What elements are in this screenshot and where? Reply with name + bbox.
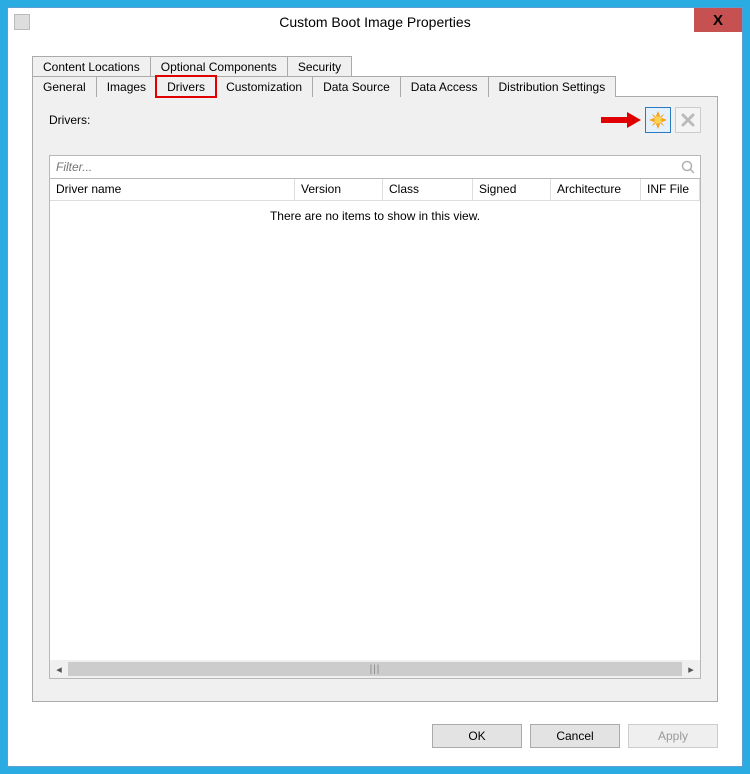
dialog-buttons: OK Cancel Apply	[432, 724, 718, 748]
col-inf-file[interactable]: INF File	[641, 179, 700, 200]
chevron-right-icon: ▸	[688, 663, 694, 676]
close-icon: X	[713, 12, 723, 29]
titlebar: Custom Boot Image Properties X	[8, 8, 742, 36]
empty-message: There are no items to show in this view.	[50, 209, 700, 223]
filter-input[interactable]	[50, 157, 676, 177]
x-icon	[680, 112, 696, 128]
scroll-left-button[interactable]: ◂	[50, 660, 68, 678]
chevron-left-icon: ◂	[56, 663, 62, 676]
col-architecture[interactable]: Architecture	[551, 179, 641, 200]
col-version[interactable]: Version	[295, 179, 383, 200]
cancel-button[interactable]: Cancel	[530, 724, 620, 748]
close-button[interactable]: X	[694, 8, 742, 32]
col-signed[interactable]: Signed	[473, 179, 551, 200]
horizontal-scrollbar[interactable]: ◂ ||| ▸	[50, 660, 700, 678]
tab-data-source[interactable]: Data Source	[312, 76, 401, 97]
window-title: Custom Boot Image Properties	[8, 14, 742, 30]
list-header: Driver name Version Class Signed Archite…	[50, 179, 700, 201]
tab-customization[interactable]: Customization	[215, 76, 313, 97]
scroll-right-button[interactable]: ▸	[682, 660, 700, 678]
star-icon	[649, 111, 667, 129]
apply-button: Apply	[628, 724, 718, 748]
annotation-arrow	[601, 110, 641, 130]
tab-general[interactable]: General	[32, 76, 97, 97]
tab-distribution-settings[interactable]: Distribution Settings	[488, 76, 617, 97]
scroll-thumb[interactable]: |||	[68, 662, 682, 676]
toolbar	[601, 107, 701, 133]
tab-row-2: GeneralImagesDriversCustomizationData So…	[32, 76, 718, 97]
tab-security[interactable]: Security	[287, 56, 352, 77]
tabs: Content LocationsOptional ComponentsSecu…	[32, 56, 718, 702]
tab-images[interactable]: Images	[96, 76, 157, 97]
dialog-window: Custom Boot Image Properties X Content L…	[7, 7, 743, 767]
scroll-track[interactable]: |||	[68, 660, 682, 678]
drivers-list[interactable]: Driver name Version Class Signed Archite…	[49, 179, 701, 679]
tab-row-1: Content LocationsOptional ComponentsSecu…	[32, 56, 718, 77]
add-driver-button[interactable]	[645, 107, 671, 133]
tab-body-drivers: Drivers:	[32, 96, 718, 702]
tab-optional-components[interactable]: Optional Components	[150, 56, 288, 77]
filter-row	[49, 155, 701, 179]
tab-drivers[interactable]: Drivers	[156, 76, 216, 97]
ok-button[interactable]: OK	[432, 724, 522, 748]
grip-icon: |||	[370, 664, 381, 675]
col-driver-name[interactable]: Driver name	[50, 179, 295, 200]
search-icon	[676, 159, 700, 175]
delete-driver-button	[675, 107, 701, 133]
tab-content-locations[interactable]: Content Locations	[32, 56, 151, 77]
col-class[interactable]: Class	[383, 179, 473, 200]
tab-data-access[interactable]: Data Access	[400, 76, 489, 97]
